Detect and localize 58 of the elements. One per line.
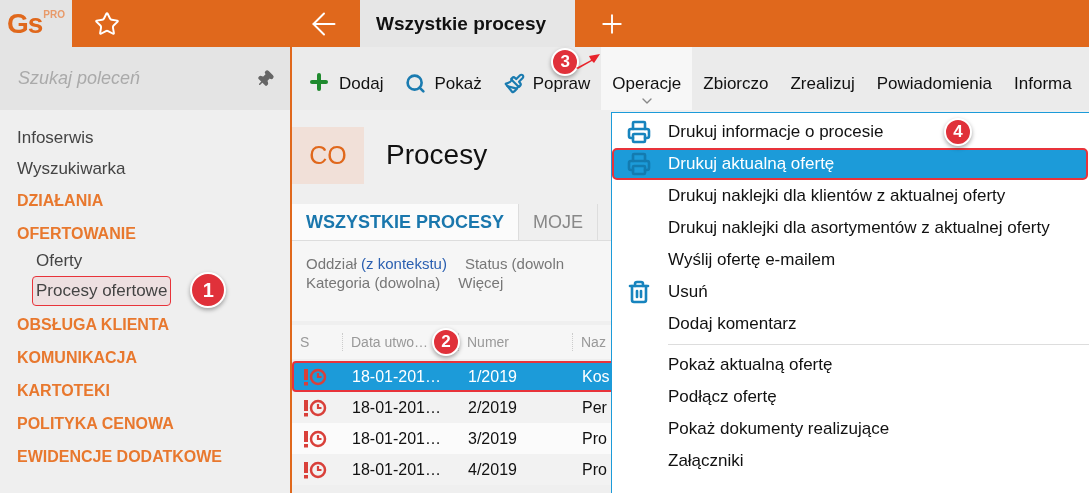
trash-icon bbox=[627, 280, 651, 304]
table-cell: 1/2019 bbox=[468, 367, 517, 386]
sidebar-item[interactable]: Wyszukiwarka bbox=[17, 153, 290, 184]
menu-item[interactable]: Wyślij ofertę e-mailem bbox=[612, 244, 1089, 276]
table-cell: 18-01-201… bbox=[352, 398, 441, 417]
toolbar-button[interactable]: Popraw 3 bbox=[492, 47, 602, 110]
table-cell: 3/2019 bbox=[468, 429, 517, 448]
toolbar-button[interactable]: Zbiorczo bbox=[692, 47, 780, 110]
view-tab[interactable]: WSZYSTKIE PROCESY bbox=[292, 204, 520, 240]
menu-item[interactable]: Pokaż dokumenty realizujące bbox=[612, 413, 1089, 445]
table-cell: Pro bbox=[582, 460, 607, 479]
table-cell: 2/2019 bbox=[468, 398, 517, 417]
table-cell: Per bbox=[582, 398, 607, 417]
filter-link[interactable]: Status (dowoln bbox=[464, 255, 565, 272]
toolbar-button[interactable]: Informa bbox=[1003, 47, 1083, 110]
table-cell: Pro bbox=[582, 429, 607, 448]
table-cell: 4/2019 bbox=[468, 460, 517, 479]
alert-clock-icon bbox=[302, 367, 328, 386]
filter-link[interactable]: Kategoria (dowolna) bbox=[306, 274, 441, 291]
toolbar-button[interactable]: Dodaj bbox=[296, 47, 395, 110]
menu-item[interactable]: Drukuj naklejki dla asortymentów z aktualnej oferty bbox=[612, 212, 1089, 244]
toolbar-button[interactable]: Operacje bbox=[601, 47, 693, 110]
menu-item[interactable]: Usuń bbox=[612, 276, 1089, 308]
menu-item[interactable]: Drukuj informacje o procesie 4 bbox=[612, 116, 1089, 148]
step-badge: 2 bbox=[432, 328, 460, 356]
table-cell: 18-01-201… bbox=[352, 460, 441, 479]
window-tab[interactable]: Wszystkie procesy bbox=[360, 0, 575, 47]
module-code: CO bbox=[292, 126, 364, 184]
table-cell: 18-01-201… bbox=[352, 367, 441, 386]
search-field[interactable]: Szukaj poleceń bbox=[0, 47, 290, 110]
table-cell: 18-01-201… bbox=[352, 429, 441, 448]
toolbar-button[interactable]: Pokaż bbox=[394, 47, 493, 110]
search-input[interactable]: Szukaj poleceń bbox=[18, 68, 238, 89]
alert-clock-icon bbox=[302, 398, 328, 417]
table-cell: Kos bbox=[582, 367, 610, 386]
sidebar-item[interactable]: Infoserwis bbox=[17, 122, 290, 153]
alert-clock-icon bbox=[302, 429, 328, 448]
printer-icon bbox=[627, 152, 651, 176]
search-icon bbox=[405, 73, 427, 94]
menu-item[interactable]: Pokaż aktualną ofertę bbox=[612, 349, 1089, 381]
filter-link[interactable]: Oddział (z kontekstu) bbox=[306, 255, 447, 272]
menu-item[interactable]: Drukuj naklejki dla klientów z aktualnej oferty bbox=[612, 180, 1089, 212]
menu-item[interactable]: Załączniki bbox=[612, 445, 1089, 477]
printer-icon bbox=[627, 120, 651, 144]
toolbar-button[interactable]: Powiadomienia bbox=[865, 47, 1004, 110]
page-title: Procesy bbox=[386, 139, 488, 171]
step-badge: 4 bbox=[944, 118, 972, 146]
pointer-arrow bbox=[575, 53, 602, 69]
filter-link[interactable]: Więcej bbox=[458, 274, 504, 291]
plus-icon bbox=[307, 70, 331, 94]
alert-clock-icon bbox=[302, 460, 328, 479]
toolbar-button[interactable]: Zrealizuj bbox=[779, 47, 866, 110]
favorite-star-icon[interactable] bbox=[94, 10, 120, 37]
step-badge: 3 bbox=[551, 48, 580, 76]
brush-icon bbox=[503, 73, 525, 94]
menu-item[interactable]: Dodaj komentarz bbox=[612, 308, 1089, 340]
step-badge: 1 bbox=[190, 272, 227, 308]
menu-item[interactable]: Podłącz ofertę bbox=[612, 381, 1089, 413]
